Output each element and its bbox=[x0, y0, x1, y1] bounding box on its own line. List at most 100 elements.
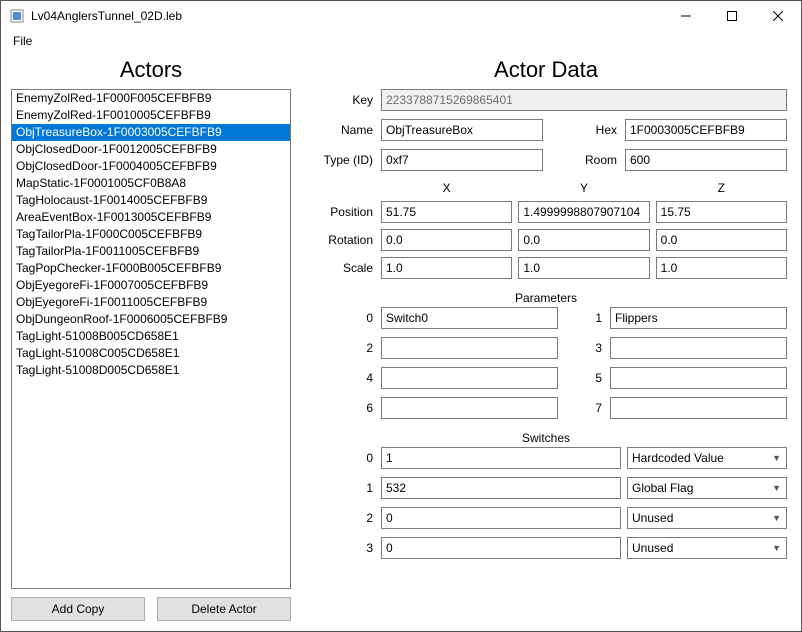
label-param-5: 5 bbox=[564, 371, 604, 385]
param-1-field[interactable] bbox=[610, 307, 787, 329]
label-param-2: 2 bbox=[335, 341, 375, 355]
param-4-field[interactable] bbox=[381, 367, 558, 389]
minimize-button[interactable] bbox=[663, 1, 709, 31]
key-field bbox=[381, 89, 787, 111]
label-key: Key bbox=[305, 93, 375, 107]
switch-1-value-field[interactable] bbox=[381, 477, 621, 499]
param-7-field[interactable] bbox=[610, 397, 787, 419]
actor-list-item[interactable]: TagLight-51008B005CD658E1 bbox=[12, 328, 290, 345]
label-x: X bbox=[381, 181, 512, 195]
actors-title: Actors bbox=[11, 55, 291, 89]
label-switch-1: 1 bbox=[335, 481, 375, 495]
maximize-button[interactable] bbox=[709, 1, 755, 31]
position-y-field[interactable] bbox=[518, 201, 649, 223]
label-z: Z bbox=[656, 181, 787, 195]
switch-3-type-select[interactable]: ▼ bbox=[627, 537, 787, 559]
label-param-0: 0 bbox=[335, 311, 375, 325]
switch-0-type-select[interactable]: ▼ bbox=[627, 447, 787, 469]
room-field[interactable] bbox=[625, 149, 787, 171]
actor-list-item[interactable]: ObjEyegoreFi-1F0011005CEFBFB9 bbox=[12, 294, 290, 311]
label-name: Name bbox=[305, 123, 375, 137]
label-y: Y bbox=[518, 181, 649, 195]
switch-0-value-field[interactable] bbox=[381, 447, 621, 469]
switches-grid: 0▼1▼2▼3▼ bbox=[305, 447, 787, 559]
actors-button-row: Add Copy Delete Actor bbox=[11, 589, 291, 621]
label-switch-2: 2 bbox=[335, 511, 375, 525]
actor-list-item[interactable]: TagTailorPla-1F000C005CEFBFB9 bbox=[12, 226, 290, 243]
actor-list-item[interactable]: TagLight-51008D005CD658E1 bbox=[12, 362, 290, 379]
actors-listbox[interactable]: EnemyZolRed-1F000F005CEFBFB9EnemyZolRed-… bbox=[11, 89, 291, 589]
param-2-field[interactable] bbox=[381, 337, 558, 359]
actor-list-item[interactable]: TagLight-51008C005CD658E1 bbox=[12, 345, 290, 362]
label-rotation: Rotation bbox=[305, 233, 375, 247]
switches-heading: Switches bbox=[305, 429, 787, 447]
param-3-field[interactable] bbox=[610, 337, 787, 359]
window-title: Lv04AnglersTunnel_02D.leb bbox=[31, 9, 182, 23]
label-param-4: 4 bbox=[335, 371, 375, 385]
actor-list-item[interactable]: TagPopChecker-1F000B005CEFBFB9 bbox=[12, 260, 290, 277]
switch-0-type-value[interactable] bbox=[627, 447, 787, 469]
minimize-icon bbox=[681, 11, 691, 21]
actor-list-item[interactable]: EnemyZolRed-1F0010005CEFBFB9 bbox=[12, 107, 290, 124]
label-switch-0: 0 bbox=[335, 451, 375, 465]
label-param-7: 7 bbox=[564, 401, 604, 415]
content-area: Actors EnemyZolRed-1F000F005CEFBFB9Enemy… bbox=[1, 51, 801, 631]
param-0-field[interactable] bbox=[381, 307, 558, 329]
scale-z-field[interactable] bbox=[656, 257, 787, 279]
position-z-field[interactable] bbox=[656, 201, 787, 223]
type-id-field[interactable] bbox=[381, 149, 543, 171]
param-6-field[interactable] bbox=[381, 397, 558, 419]
label-param-1: 1 bbox=[564, 311, 604, 325]
hex-field[interactable] bbox=[625, 119, 787, 141]
menubar: File bbox=[1, 31, 801, 51]
close-icon bbox=[773, 11, 783, 21]
switch-1-type-value[interactable] bbox=[627, 477, 787, 499]
position-row: Position bbox=[305, 201, 787, 223]
rotation-row: Rotation bbox=[305, 229, 787, 251]
maximize-icon bbox=[727, 11, 737, 21]
label-scale: Scale bbox=[305, 261, 375, 275]
actor-list-item[interactable]: TagTailorPla-1F0011005CEFBFB9 bbox=[12, 243, 290, 260]
actors-panel: Actors EnemyZolRed-1F000F005CEFBFB9Enemy… bbox=[11, 55, 291, 621]
label-hex: Hex bbox=[549, 123, 619, 137]
actor-data-title: Actor Data bbox=[305, 55, 787, 89]
rotation-y-field[interactable] bbox=[518, 229, 649, 251]
scale-y-field[interactable] bbox=[518, 257, 649, 279]
switch-3-value-field[interactable] bbox=[381, 537, 621, 559]
switch-2-value-field[interactable] bbox=[381, 507, 621, 529]
actor-data-panel: Actor Data Key Name Hex Type (ID) Room X… bbox=[301, 55, 791, 621]
switch-2-type-select[interactable]: ▼ bbox=[627, 507, 787, 529]
scale-x-field[interactable] bbox=[381, 257, 512, 279]
scale-row: Scale bbox=[305, 257, 787, 279]
delete-actor-button[interactable]: Delete Actor bbox=[157, 597, 291, 621]
label-type-id: Type (ID) bbox=[305, 153, 375, 167]
position-x-field[interactable] bbox=[381, 201, 512, 223]
actor-list-item[interactable]: ObjDungeonRoof-1F0006005CEFBFB9 bbox=[12, 311, 290, 328]
parameters-grid: 0 1 2 3 4 5 6 7 bbox=[305, 307, 787, 419]
param-5-field[interactable] bbox=[610, 367, 787, 389]
actor-list-item[interactable]: EnemyZolRed-1F000F005CEFBFB9 bbox=[12, 90, 290, 107]
rotation-x-field[interactable] bbox=[381, 229, 512, 251]
actor-list-item[interactable]: ObjEyegoreFi-1F0007005CEFBFB9 bbox=[12, 277, 290, 294]
menu-file[interactable]: File bbox=[7, 32, 38, 50]
close-button[interactable] bbox=[755, 1, 801, 31]
switch-1-type-select[interactable]: ▼ bbox=[627, 477, 787, 499]
actor-list-item[interactable]: ObjClosedDoor-1F0012005CEFBFB9 bbox=[12, 141, 290, 158]
actor-list-item[interactable]: AreaEventBox-1F0013005CEFBFB9 bbox=[12, 209, 290, 226]
xyz-header: X Y Z bbox=[305, 181, 787, 195]
app-icon bbox=[9, 8, 25, 24]
actor-list-item[interactable]: TagHolocaust-1F0014005CEFBFB9 bbox=[12, 192, 290, 209]
add-copy-button[interactable]: Add Copy bbox=[11, 597, 145, 621]
actor-list-item[interactable]: ObjClosedDoor-1F0004005CEFBFB9 bbox=[12, 158, 290, 175]
label-param-3: 3 bbox=[564, 341, 604, 355]
switch-3-type-value[interactable] bbox=[627, 537, 787, 559]
titlebar: Lv04AnglersTunnel_02D.leb bbox=[1, 1, 801, 31]
actor-list-item[interactable]: ObjTreasureBox-1F0003005CEFBFB9 bbox=[12, 124, 290, 141]
label-position: Position bbox=[305, 205, 375, 219]
name-field[interactable] bbox=[381, 119, 543, 141]
actor-list-item[interactable]: MapStatic-1F0001005CF0B8A8 bbox=[12, 175, 290, 192]
rotation-z-field[interactable] bbox=[656, 229, 787, 251]
basic-fields: Key Name Hex Type (ID) Room bbox=[305, 89, 787, 171]
switch-2-type-value[interactable] bbox=[627, 507, 787, 529]
label-room: Room bbox=[549, 153, 619, 167]
